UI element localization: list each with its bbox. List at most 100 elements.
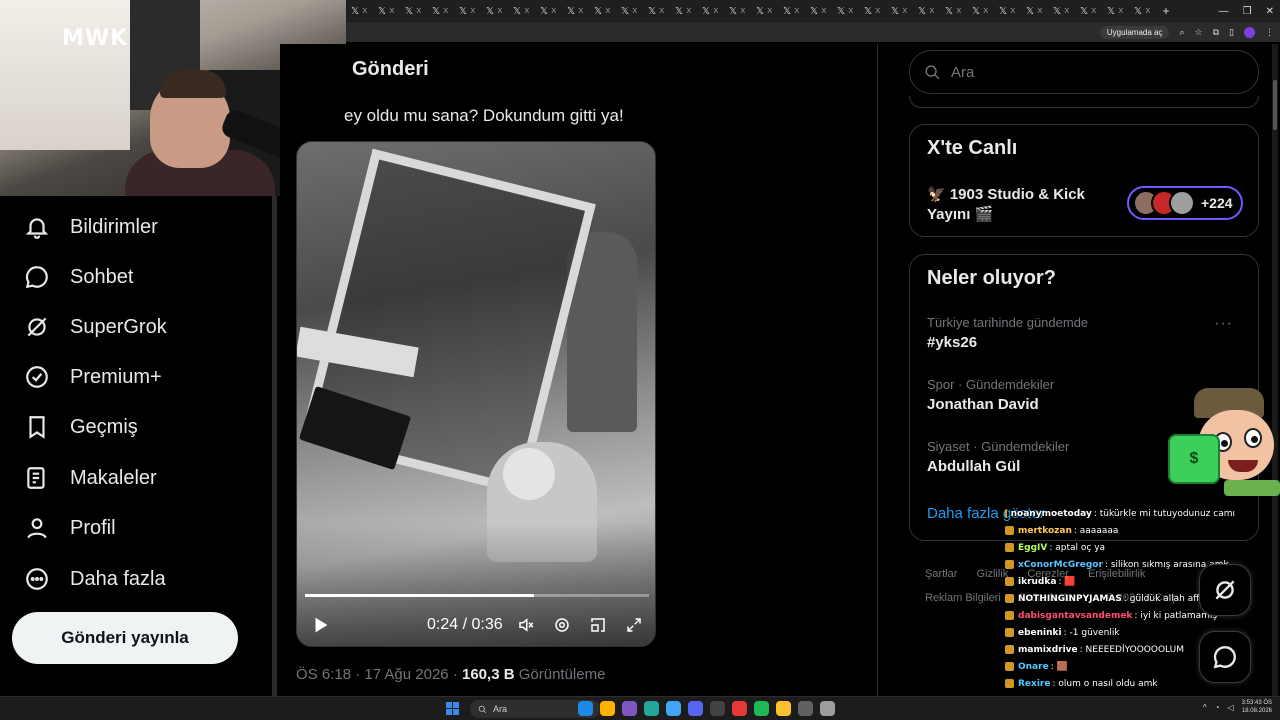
browser-tab[interactable]: 𝕏x xyxy=(940,0,967,22)
grok-button[interactable] xyxy=(1199,564,1251,616)
tab-close-icon[interactable]: x xyxy=(956,6,961,16)
tab-close-icon[interactable]: x xyxy=(1010,6,1015,16)
post-button[interactable]: Gönderi yayınla xyxy=(12,612,238,664)
page-scrollbar[interactable] xyxy=(1272,44,1278,696)
volume-button[interactable] xyxy=(515,614,537,636)
browser-tab[interactable]: 𝕏x xyxy=(616,0,643,22)
browser-tab[interactable]: 𝕏x xyxy=(913,0,940,22)
browser-tab[interactable]: 𝕏x xyxy=(535,0,562,22)
chat-username[interactable]: Onare xyxy=(1018,662,1049,672)
browser-tab[interactable]: 𝕏x xyxy=(427,0,454,22)
tab-close-icon[interactable]: x xyxy=(605,6,610,16)
spotify-app-icon[interactable] xyxy=(754,701,769,716)
copilot-app-icon[interactable] xyxy=(622,701,637,716)
tab-close-icon[interactable]: x xyxy=(713,6,718,16)
tab-close-icon[interactable]: x xyxy=(470,6,475,16)
tab-close-icon[interactable]: x xyxy=(362,6,367,16)
live-listeners-pill[interactable]: +224 xyxy=(1127,186,1243,220)
browser-tab[interactable]: 𝕏x xyxy=(373,0,400,22)
extensions-icon[interactable]: ⧉ xyxy=(1213,27,1219,38)
browser-tab[interactable]: 𝕏x xyxy=(778,0,805,22)
close-window-icon[interactable]: ✕ xyxy=(1266,6,1274,17)
folder-app-icon[interactable] xyxy=(600,701,615,716)
settings-button[interactable] xyxy=(551,614,573,636)
tab-close-icon[interactable]: x xyxy=(983,6,988,16)
live-broadcast-name[interactable]: 🦅 1903 Studio & Kick Yayını 🎬 xyxy=(927,185,1117,225)
nav-item-premium[interactable]: Premium+ xyxy=(24,357,162,397)
wifi-icon[interactable]: ◔ xyxy=(1215,703,1220,712)
tab-close-icon[interactable]: x xyxy=(389,6,394,16)
tab-close-icon[interactable]: x xyxy=(686,6,691,16)
nav-item-articles[interactable]: Makaleler xyxy=(24,458,157,498)
clock[interactable]: 3:53:43 ÖS 18.08.2026 xyxy=(1242,699,1272,715)
browser-tab[interactable]: 𝕏x xyxy=(967,0,994,22)
chat-username[interactable]: Rexire xyxy=(1018,679,1050,689)
tab-close-icon[interactable]: x xyxy=(1037,6,1042,16)
settings-app-icon[interactable] xyxy=(820,701,835,716)
tab-close-icon[interactable]: x xyxy=(443,6,448,16)
edge-app-icon[interactable] xyxy=(666,701,681,716)
video-player[interactable]: 0:24 / 0:36 xyxy=(296,141,656,647)
browser-tab[interactable]: 𝕏x xyxy=(1048,0,1075,22)
browser-tab[interactable]: 𝕏x xyxy=(1021,0,1048,22)
tab-close-icon[interactable]: x xyxy=(875,6,880,16)
tab-close-icon[interactable]: x xyxy=(794,6,799,16)
nav-item-notifications[interactable]: Bildirimler xyxy=(24,207,158,247)
pip-button[interactable] xyxy=(587,614,609,636)
video-progress-bar[interactable] xyxy=(305,594,649,597)
tab-close-icon[interactable]: x xyxy=(1145,6,1150,16)
tab-close-icon[interactable]: x xyxy=(524,6,529,16)
zoom-icon[interactable]: ⌕ xyxy=(1179,27,1184,38)
tab-close-icon[interactable]: x xyxy=(578,6,583,16)
post-date[interactable]: 17 Ağu 2026 xyxy=(364,666,448,683)
nav-item-profile[interactable]: Profil xyxy=(24,508,116,548)
nav-item-more[interactable]: Daha fazla xyxy=(24,559,166,599)
browser-tab[interactable]: 𝕏x xyxy=(562,0,589,22)
chat-username[interactable]: EggIV xyxy=(1018,543,1047,553)
browser-tab[interactable]: 𝕏x xyxy=(454,0,481,22)
browser-tab[interactable]: 𝕏x xyxy=(724,0,751,22)
media-app-icon[interactable] xyxy=(732,701,747,716)
browser-tab[interactable]: 𝕏x xyxy=(859,0,886,22)
new-tab-button[interactable]: + xyxy=(1156,4,1176,18)
tab-close-icon[interactable]: x xyxy=(821,6,826,16)
footer-link[interactable]: Şartlar xyxy=(925,568,957,580)
left-scrollbar[interactable] xyxy=(272,196,277,696)
browser-tab[interactable]: 𝕏x xyxy=(886,0,913,22)
chat-username[interactable]: noanymoetoday xyxy=(1011,509,1092,519)
minimize-icon[interactable]: — xyxy=(1219,6,1229,17)
browser-menu-icon[interactable]: ⋮ xyxy=(1265,27,1274,38)
chat-username[interactable]: mamixdrive xyxy=(1018,645,1078,655)
chrome-app-icon[interactable] xyxy=(776,701,791,716)
tab-close-icon[interactable]: x xyxy=(416,6,421,16)
post-time[interactable]: ÖS 6:18 xyxy=(296,666,351,683)
tab-close-icon[interactable]: x xyxy=(848,6,853,16)
discord-app-icon[interactable] xyxy=(688,701,703,716)
browser-tab[interactable]: 𝕏x xyxy=(832,0,859,22)
profile-avatar[interactable] xyxy=(1244,26,1255,38)
fullscreen-button[interactable] xyxy=(623,614,645,636)
tab-close-icon[interactable]: x xyxy=(740,6,745,16)
chat-username[interactable]: xConorMcGregor xyxy=(1018,560,1103,570)
play-button[interactable] xyxy=(309,614,331,636)
tab-close-icon[interactable]: x xyxy=(551,6,556,16)
star-icon[interactable]: ☆ xyxy=(1195,27,1203,38)
messages-button[interactable] xyxy=(1199,631,1251,683)
chat-username[interactable]: NOTHINGINPYJAMAS xyxy=(1018,594,1122,604)
tab-close-icon[interactable]: x xyxy=(767,6,772,16)
chat-username[interactable]: ebeninki xyxy=(1018,628,1062,638)
tab-close-icon[interactable]: x xyxy=(929,6,934,16)
tab-close-icon[interactable]: x xyxy=(1091,6,1096,16)
restore-icon[interactable]: ❐ xyxy=(1243,6,1252,17)
browser-tab[interactable]: 𝕏x xyxy=(805,0,832,22)
tab-close-icon[interactable]: x xyxy=(659,6,664,16)
browser-tab[interactable]: 𝕏x xyxy=(508,0,535,22)
browser-tab[interactable]: 𝕏x xyxy=(697,0,724,22)
nav-item-supergrok[interactable]: SuperGrok xyxy=(24,307,167,347)
browser-tab[interactable]: 𝕏x xyxy=(751,0,778,22)
browser-tab[interactable]: 𝕏x xyxy=(481,0,508,22)
footer-link[interactable]: Reklam Bilgileri xyxy=(925,592,1001,604)
chat-username[interactable]: ikrudka xyxy=(1018,577,1056,587)
tab-close-icon[interactable]: x xyxy=(497,6,502,16)
speaker-icon[interactable]: ◁ xyxy=(1227,703,1233,712)
